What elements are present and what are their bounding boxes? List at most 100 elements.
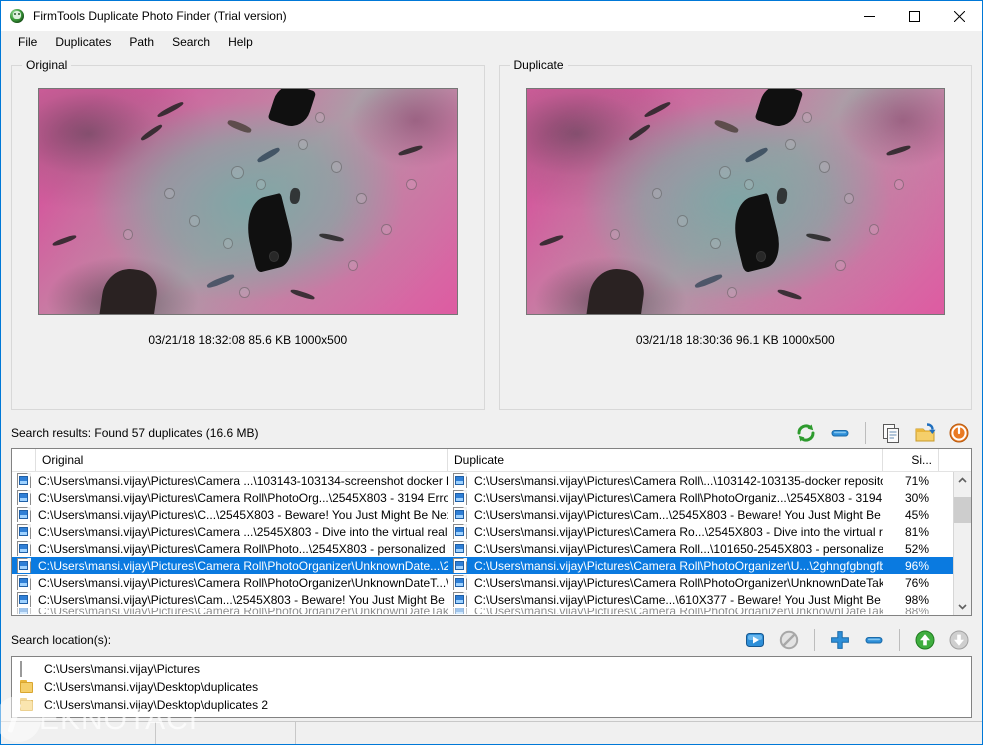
toolbar-separator xyxy=(865,422,866,444)
row-original-path: C:\Users\mansi.vijay\Pictures\Camera Rol… xyxy=(38,490,448,505)
green-skull-globe-icon xyxy=(9,8,25,24)
original-image-frame[interactable] xyxy=(38,88,458,315)
row-similarity: 98% xyxy=(904,592,929,607)
image-file-icon xyxy=(12,558,36,573)
scrollbar-track[interactable] xyxy=(954,489,971,598)
list-item[interactable]: C:\Users\mansi.vijay\Desktop\duplicates xyxy=(12,678,971,696)
add-location-icon[interactable] xyxy=(827,627,853,653)
row-original-path: C:\Users\mansi.vijay\Pictures\C...\2545X… xyxy=(38,507,448,522)
image-file-icon xyxy=(448,608,472,614)
results-bar: Search results: Found 57 duplicates (16.… xyxy=(11,422,972,444)
menu-path[interactable]: Path xyxy=(120,32,163,52)
menu-help[interactable]: Help xyxy=(219,32,262,52)
toolbar-separator xyxy=(814,629,815,651)
table-row[interactable]: C:\Users\mansi.vijay\Pictures\Camera Rol… xyxy=(12,489,971,506)
row-similarity: 45% xyxy=(904,507,929,522)
stop-search-icon xyxy=(776,627,802,653)
row-similarity: 81% xyxy=(904,524,929,539)
duplicate-image-caption: 03/21/18 18:30:36 96.1 KB 1000x500 xyxy=(635,333,835,347)
image-file-icon xyxy=(12,490,36,505)
move-up-icon[interactable] xyxy=(912,627,938,653)
toolbar-separator xyxy=(899,629,900,651)
status-pane-1 xyxy=(1,722,156,744)
application-window: FirmTools Duplicate Photo Finder (Trial … xyxy=(0,0,983,745)
duplicate-preview-group: Duplicate 03/21/18 18:30:36 96.1 KB 1000… xyxy=(498,58,972,410)
start-search-icon[interactable] xyxy=(742,627,768,653)
row-similarity: 76% xyxy=(904,575,929,590)
search-locations-list[interactable]: C:\Users\mansi.vijay\Pictures C:\Users\m… xyxy=(11,656,972,718)
status-pane-2 xyxy=(156,722,296,744)
image-file-icon xyxy=(448,473,472,488)
scroll-down-icon[interactable] xyxy=(954,598,971,615)
table-row[interactable]: C:\Users\mansi.vijay\Pictures\C...\2545X… xyxy=(12,506,971,523)
row-similarity: 52% xyxy=(904,541,929,556)
column-header-duplicate[interactable]: Duplicate xyxy=(448,449,883,471)
image-file-icon xyxy=(12,541,36,556)
row-similarity: 71% xyxy=(904,473,929,488)
listview-scrollbar[interactable] xyxy=(953,472,971,615)
minimize-button[interactable] xyxy=(847,1,892,31)
move-to-folder-icon[interactable] xyxy=(912,420,938,446)
scrollbar-thumb[interactable] xyxy=(954,497,971,523)
search-results-status: Search results: Found 57 duplicates (16.… xyxy=(11,426,259,440)
locations-bar: Search location(s): xyxy=(11,628,972,652)
row-duplicate-path: C:\Users\mansi.vijay\Pictures\Camera Rol… xyxy=(474,575,883,590)
original-image-caption: 03/21/18 18:32:08 85.6 KB 1000x500 xyxy=(148,333,348,347)
row-original-path: C:\Users\mansi.vijay\Pictures\Camera ...… xyxy=(38,473,448,488)
preview-panels: Original 03/21/18 18:32:08 85.6 KB 1000x… xyxy=(11,57,972,410)
folder-icon xyxy=(20,698,36,712)
move-down-icon xyxy=(946,627,972,653)
duplicate-image-frame[interactable] xyxy=(525,88,945,315)
window-controls xyxy=(847,1,982,31)
copy-icon[interactable] xyxy=(878,420,904,446)
table-row[interactable]: C:\Users\mansi.vijay\Pictures\Camera ...… xyxy=(12,472,971,489)
listview-header: Original Duplicate Si... xyxy=(12,449,971,472)
row-duplicate-path: C:\Users\mansi.vijay\Pictures\Camera Rol… xyxy=(474,558,883,573)
row-duplicate-path: C:\Users\mansi.vijay\Pictures\Camera Rol… xyxy=(474,541,883,556)
maximize-button[interactable] xyxy=(892,1,937,31)
remove-location-icon[interactable] xyxy=(861,627,887,653)
row-duplicate-path: C:\Users\mansi.vijay\Pictures\Cam...\254… xyxy=(474,507,883,522)
image-file-icon xyxy=(12,592,36,607)
row-original-path: C:\Users\mansi.vijay\Pictures\Camera ...… xyxy=(38,524,448,539)
window-title: FirmTools Duplicate Photo Finder (Trial … xyxy=(33,9,287,23)
table-row-partial[interactable]: C:\Users\mansi.vijay\Pictures\Camera Rol… xyxy=(12,608,971,614)
close-button[interactable] xyxy=(937,1,982,31)
row-original-path: C:\Users\mansi.vijay\Pictures\Camera Rol… xyxy=(38,541,448,556)
column-header-similarity[interactable]: Si... xyxy=(883,449,939,471)
list-item[interactable]: C:\Users\mansi.vijay\Pictures xyxy=(12,660,971,678)
location-path: C:\Users\mansi.vijay\Pictures xyxy=(44,662,201,676)
list-item[interactable]: C:\Users\mansi.vijay\Desktop\duplicates … xyxy=(12,696,971,714)
main-content: Original 03/21/18 18:32:08 85.6 KB 1000x… xyxy=(1,53,982,721)
image-file-icon xyxy=(12,608,36,614)
table-row[interactable]: C:\Users\mansi.vijay\Pictures\Camera Rol… xyxy=(12,574,971,591)
menu-search[interactable]: Search xyxy=(163,32,219,52)
menu-duplicates[interactable]: Duplicates xyxy=(46,32,120,52)
row-original-path: C:\Users\mansi.vijay\Pictures\Camera Rol… xyxy=(38,575,448,590)
original-group-title: Original xyxy=(22,58,72,72)
title-bar: FirmTools Duplicate Photo Finder (Trial … xyxy=(1,1,982,31)
table-row[interactable]: C:\Users\mansi.vijay\Pictures\Camera Rol… xyxy=(12,540,971,557)
original-preview-group: Original 03/21/18 18:32:08 85.6 KB 1000x… xyxy=(11,58,485,410)
image-file-icon xyxy=(12,524,36,539)
duplicates-listview[interactable]: Original Duplicate Si... C:\Users\mansi.… xyxy=(11,448,972,616)
table-row[interactable]: C:\Users\mansi.vijay\Pictures\Cam...\254… xyxy=(12,591,971,608)
delete-icon[interactable] xyxy=(946,420,972,446)
scroll-up-icon[interactable] xyxy=(954,472,971,489)
image-file-icon xyxy=(448,592,472,607)
menu-file[interactable]: File xyxy=(9,32,46,52)
column-header-original[interactable]: Original xyxy=(36,449,448,471)
table-row-selected[interactable]: C:\Users\mansi.vijay\Pictures\Camera Rol… xyxy=(12,557,971,574)
refresh-icon[interactable] xyxy=(793,420,819,446)
remove-icon[interactable] xyxy=(827,420,853,446)
image-file-icon xyxy=(12,507,36,522)
image-file-icon xyxy=(448,541,472,556)
row-original-path-partial: C:\Users\mansi.vijay\Pictures\Camera Rol… xyxy=(36,608,448,614)
image-file-icon xyxy=(12,473,36,488)
image-file-icon xyxy=(448,490,472,505)
status-bar xyxy=(1,721,982,744)
listview-body: C:\Users\mansi.vijay\Pictures\Camera ...… xyxy=(12,472,971,615)
locations-toolbar xyxy=(742,627,972,653)
table-row[interactable]: C:\Users\mansi.vijay\Pictures\Camera ...… xyxy=(12,523,971,540)
column-header-icon[interactable] xyxy=(12,449,36,471)
